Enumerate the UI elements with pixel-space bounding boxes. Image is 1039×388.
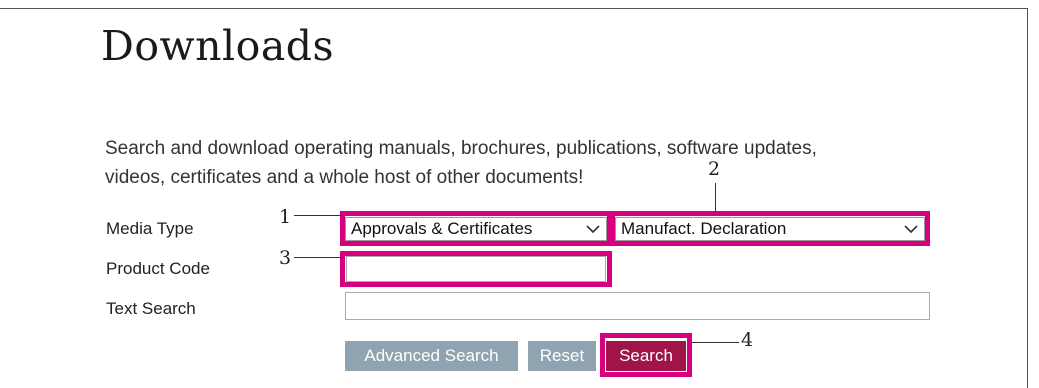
page-title: Downloads	[101, 22, 335, 70]
intro-text: Search and download operating manuals, b…	[105, 134, 985, 192]
callout-3-line	[294, 257, 342, 258]
intro-line-1: Search and download operating manuals, b…	[105, 138, 817, 159]
text-search-input[interactable]	[345, 292, 930, 320]
highlight-box-4	[600, 333, 692, 377]
highlight-box-1	[340, 211, 612, 246]
callout-4: 4	[741, 329, 754, 351]
media-type-label: Media Type	[106, 219, 194, 238]
callout-3: 3	[279, 247, 292, 269]
highlight-box-3	[340, 251, 612, 287]
advanced-search-button[interactable]: Advanced Search	[345, 341, 518, 371]
text-search-label: Text Search	[106, 299, 196, 318]
callout-1: 1	[279, 206, 292, 228]
intro-line-2: videos, certificates and a whole host of…	[105, 167, 584, 188]
callout-1-line	[294, 215, 342, 216]
callout-4-line	[692, 342, 739, 343]
reset-button[interactable]: Reset	[528, 341, 596, 371]
callout-2: 2	[708, 158, 721, 180]
product-code-label: Product Code	[106, 259, 210, 278]
highlight-box-2	[610, 211, 930, 246]
callout-2-line	[715, 183, 716, 212]
